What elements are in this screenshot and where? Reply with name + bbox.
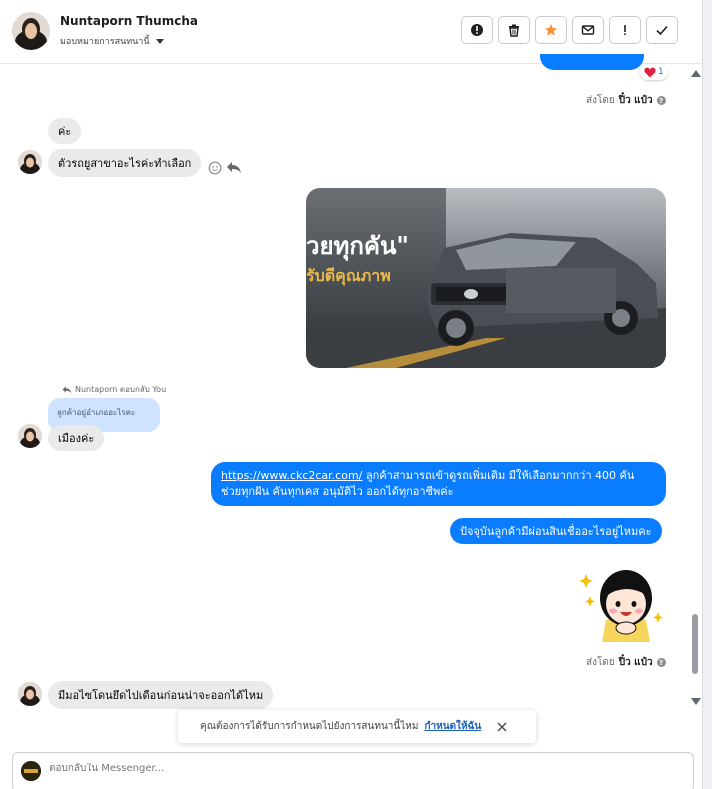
outgoing-message-partial [540,54,644,70]
done-button[interactable] [646,16,678,44]
scrollbar-thumb[interactable] [692,614,698,674]
panel-edge [702,0,712,789]
close-icon[interactable] [497,722,507,732]
message-text: ปัจจุบันลูกค้ามีผ่อนสินเชื่ออะไรอยู่ไหมค… [460,525,652,538]
exclamation-icon [624,25,626,35]
sent-by-prefix: ส่งโดย [586,657,615,668]
scroll-up-arrow-icon[interactable] [691,70,701,77]
notice-text: คุณต้องการได้รับการกำหนดไปยังการสนทนานี้… [200,721,419,732]
assign-to-me-link[interactable]: กำหนดให้ฉัน [424,719,481,734]
heart-icon [644,67,656,77]
mark-unread-button[interactable] [572,16,604,44]
message-text: ตัวรถยูสาขาอะไรค่ะทำเลือก [58,157,192,170]
incoming-message[interactable]: เมืองค่ะ [48,425,105,451]
contact-avatar-small[interactable] [18,682,42,706]
reply-composer [12,752,694,789]
reply-meta-text: Nuntaporn ตอบกลับ You [75,385,167,394]
quoted-text: ลูกค้าอยู่อำเภออะไรคะ [57,408,136,417]
contact-avatar[interactable] [12,12,50,50]
message-text: เมืองค่ะ [58,432,95,445]
reply-arrow-icon[interactable] [226,160,242,174]
image-caption-line1: วยทุกคัน" [306,231,409,260]
sent-by-name: ปิ๋ว แป๋ว [618,95,653,106]
reply-arrow-icon [62,386,72,394]
message-reaction[interactable]: 1 [640,64,668,80]
reply-meta: Nuntaporn ตอบกลับ You [62,383,166,396]
react-emoji-icon[interactable] [208,161,222,175]
star-icon [545,24,557,36]
outgoing-message[interactable]: ปัจจุบันลูกค้ามีผ่อนสินเชื่ออะไรอยู่ไหมค… [450,518,662,544]
header-toolbar [461,16,678,44]
message-text: มีมอไซโดนยึดไปเดือนก่อนน่าจะออกได้ไหม [58,689,264,702]
assign-label: มอบหมายการสนทนานี้ [60,37,150,47]
reaction-count: 1 [658,67,664,77]
check-icon [656,25,668,36]
girl-sticker[interactable] [578,560,666,644]
image-attachment[interactable]: วยทุกคัน" รับตีคุณภาพ [306,188,666,368]
trash-icon [509,24,519,37]
incoming-message[interactable]: ตัวรถยูสาขาอะไรค่ะทำเลือก [48,149,202,177]
contact-avatar-small[interactable] [18,424,42,448]
info-icon[interactable]: ? [656,96,666,105]
caret-down-icon [155,38,164,44]
follow-up-button[interactable] [609,16,641,44]
sent-by-label: ส่งโดย ปิ๋ว แป๋ว ? [586,655,666,670]
sent-by-label: ส่งโดย ปิ๋ว แป๋ว ? [586,93,666,108]
reply-input[interactable] [49,763,649,774]
contact-avatar-small[interactable] [18,150,42,174]
delete-button[interactable] [498,16,530,44]
incoming-message[interactable]: มีมอไซโดนยึดไปเดือนก่อนน่าจะออกได้ไหม [48,681,274,709]
star-button[interactable] [535,16,567,44]
assign-conversation-dropdown[interactable]: มอบหมายการสนทนานี้ [60,34,164,48]
assign-notice: คุณต้องการได้รับการกำหนดไปยังการสนทนานี้… [178,710,536,743]
scroll-down-arrow-icon[interactable] [691,698,701,705]
outgoing-link-message[interactable]: https://www.ckc2car.com/ ลูกค้าสามารถเข้… [211,462,666,506]
incoming-message[interactable]: ค่ะ [48,118,82,144]
info-icon[interactable]: ? [656,658,666,667]
message-scrollbar[interactable] [688,64,702,704]
image-caption-line2: รับตีคุณภาพ [306,266,391,285]
alert-circle-icon [471,24,483,36]
sent-by-name: ปิ๋ว แป๋ว [618,657,653,668]
contact-name[interactable]: Nuntaporn Thumcha [60,14,198,28]
spam-button[interactable] [461,16,493,44]
website-link[interactable]: https://www.ckc2car.com/ [221,469,362,482]
sent-by-prefix: ส่งโดย [586,95,615,106]
envelope-icon [581,25,595,35]
page-avatar [21,761,41,781]
message-text: ค่ะ [58,125,72,138]
